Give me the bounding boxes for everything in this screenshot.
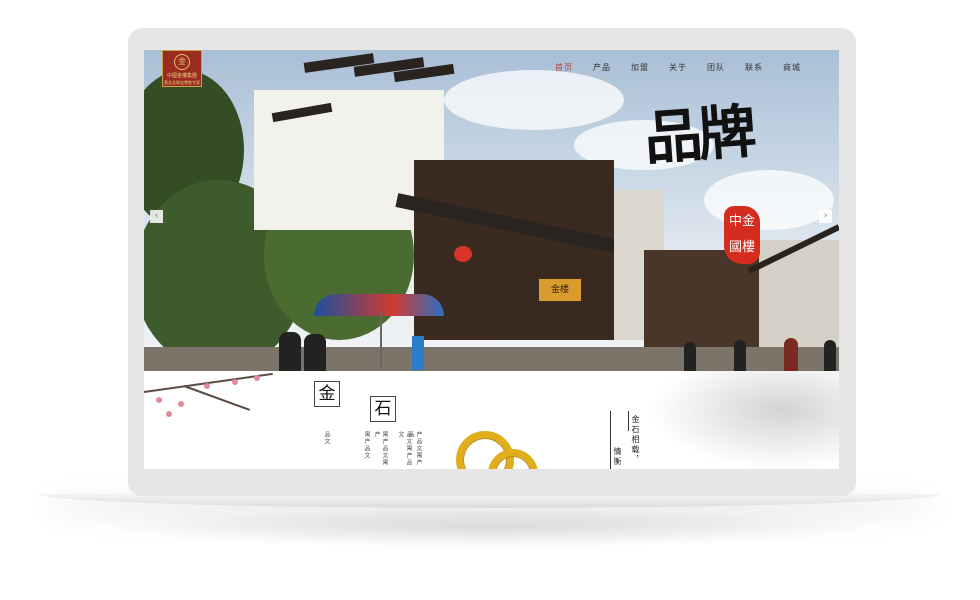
plum-blossom [232, 379, 238, 385]
char-stone: 石 [370, 396, 396, 422]
chevron-left-icon: ‹ [154, 211, 159, 221]
lantern [454, 246, 472, 262]
site-logo[interactable]: 金 中國金樓集團 黄金及珠宝零售专家 [162, 50, 202, 87]
main-nav: 首页 产品 加盟 关于 团队 联系 商城 [545, 62, 811, 73]
ink-mountain [649, 371, 839, 469]
seal-char: 樓 [742, 240, 756, 255]
umbrella-pole [380, 312, 382, 368]
divider-line [610, 411, 611, 469]
logo-subtitle: 黄金及珠宝零售专家 [164, 80, 200, 85]
divider-line [628, 411, 629, 431]
char-gold: 金 [314, 381, 340, 407]
pedestrian [684, 342, 696, 371]
nav-mall[interactable]: 商城 [773, 62, 811, 73]
shop-building [644, 250, 764, 350]
product-intro-section: 金 石 品文 寓产品文 寓产品文寓产 品文寓产品文 产品文寓产品 金石相载， 情… [144, 371, 839, 469]
poem-line: 金石相载， [631, 415, 640, 465]
poem-line: 情衡 [613, 447, 622, 467]
next-slide-arrow[interactable]: › [819, 210, 832, 223]
logo-emblem-icon: 金 [174, 54, 190, 70]
pedestrian [304, 334, 326, 371]
plum-blossom [178, 401, 184, 407]
prev-slide-arrow[interactable]: ‹ [150, 210, 163, 223]
laptop-base [40, 494, 940, 508]
intro-text: 产品文寓产品 [407, 431, 422, 466]
seal-char: 金 [742, 214, 756, 229]
nav-team[interactable]: 团队 [697, 62, 735, 73]
cloud [444, 70, 624, 130]
seal-char: 國 [728, 240, 742, 255]
shop-sign: 金楼 [539, 279, 581, 301]
intro-text: 品文 [323, 431, 330, 445]
plum-blossom [254, 375, 260, 381]
plum-branch [183, 385, 251, 411]
intro-text: 寓产品文寓产 [373, 431, 388, 466]
brand-calligraphy: 品牌 [642, 97, 755, 173]
nav-home[interactable]: 首页 [545, 62, 583, 73]
red-seal: 中 金 國 樓 [724, 206, 760, 264]
intro-text: 寓产品文 [363, 431, 370, 459]
plum-blossom [166, 411, 172, 417]
shop-building [414, 160, 614, 340]
pedestrian [734, 340, 746, 371]
nav-about[interactable]: 关于 [659, 62, 697, 73]
pedestrian [279, 332, 301, 371]
nav-products[interactable]: 产品 [583, 62, 621, 73]
umbrella [314, 294, 444, 316]
logo-name: 中國金樓集團 [166, 73, 197, 79]
street-banner [412, 336, 424, 370]
plum-blossom [156, 397, 162, 403]
hero-banner: 金楼 金 中國金樓集團 黄金及珠宝零售专家 首页 产品 加盟 关于 团队 联系 … [144, 50, 839, 371]
plum-blossom [204, 383, 210, 389]
website-screen: 金楼 金 中國金樓集團 黄金及珠宝零售专家 首页 产品 加盟 关于 团队 联系 … [144, 50, 839, 469]
chevron-right-icon: › [823, 211, 828, 221]
laptop-shadow [110, 508, 870, 548]
pedestrian [824, 340, 836, 371]
pedestrian [784, 338, 798, 371]
seal-char: 中 [728, 214, 742, 229]
nav-franchise[interactable]: 加盟 [621, 62, 659, 73]
nav-contact[interactable]: 联系 [735, 62, 773, 73]
